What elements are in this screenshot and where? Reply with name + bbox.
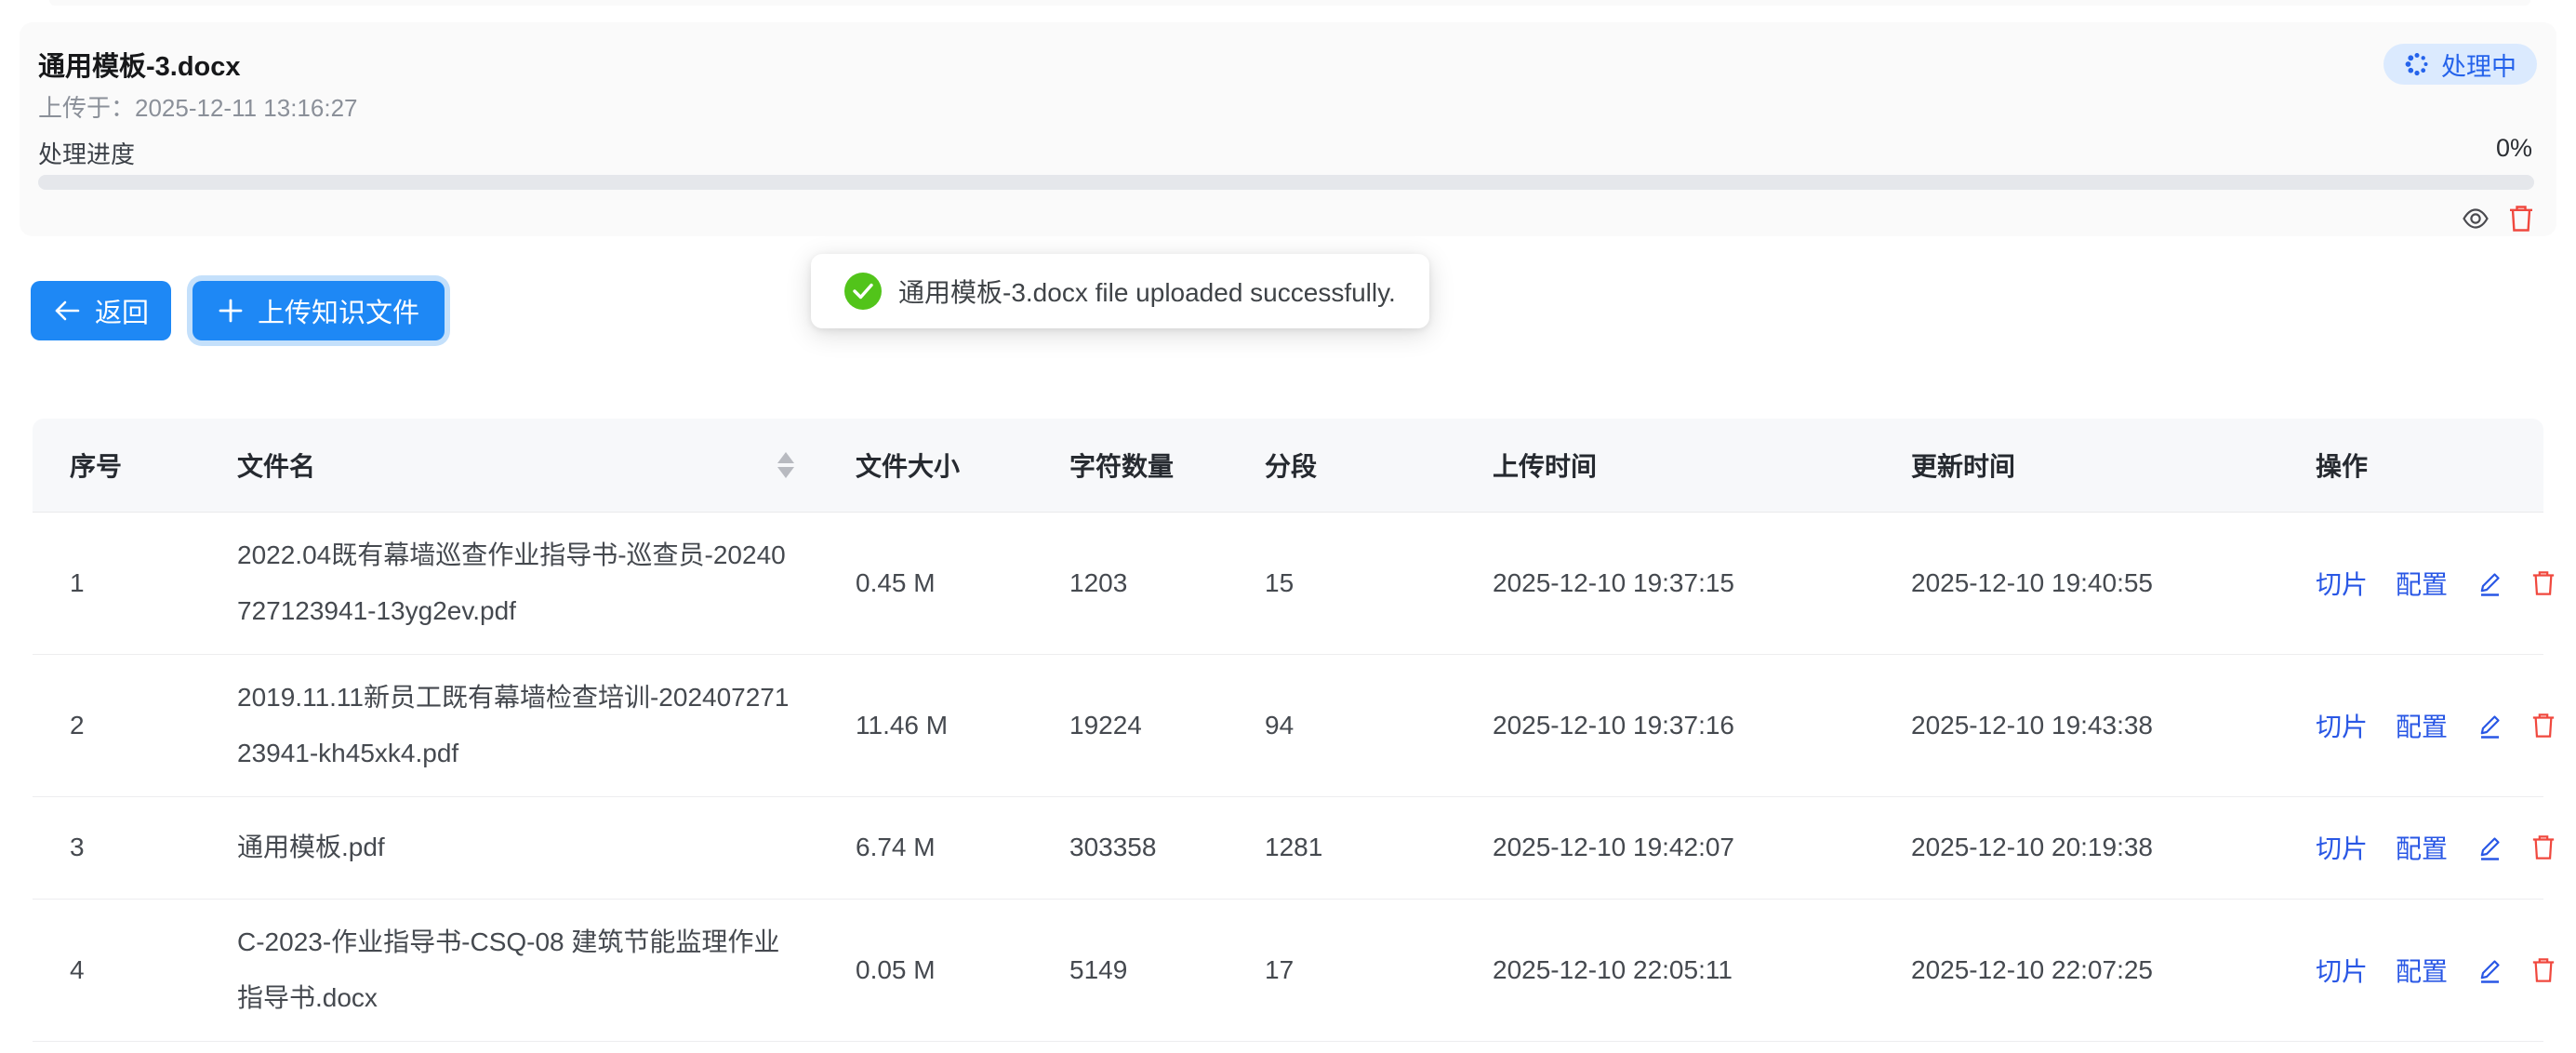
column-header-size: 文件大小 bbox=[856, 419, 1069, 512]
cell-uploaded: 2025-12-10 22:05:11 bbox=[1493, 899, 1911, 1041]
edit-button[interactable] bbox=[2476, 569, 2503, 597]
slice-link[interactable]: 切片 bbox=[2316, 952, 2368, 989]
slice-link[interactable]: 切片 bbox=[2316, 707, 2368, 744]
column-header-filename: 文件名 bbox=[237, 419, 856, 512]
table-row: 4 C-2023-作业指导书-CSQ-08 建筑节能监理作业指导书.docx 0… bbox=[33, 899, 2543, 1041]
table-row: 3 通用模板.pdf 6.74 M 303358 1281 2025-12-10… bbox=[33, 796, 2543, 899]
config-link[interactable]: 配置 bbox=[2396, 952, 2448, 989]
edit-pencil-icon bbox=[2476, 569, 2503, 597]
eye-icon bbox=[2462, 205, 2490, 233]
processing-file-name: 通用模板-3.docx bbox=[38, 45, 241, 84]
spinner-icon bbox=[2404, 51, 2430, 77]
cell-segments: 15 bbox=[1265, 512, 1493, 654]
upload-success-toast: 通用模板-3.docx file uploaded successfully. bbox=[811, 254, 1429, 328]
delete-row-button[interactable] bbox=[2531, 957, 2556, 983]
cell-chars: 19224 bbox=[1069, 654, 1265, 796]
delete-processing-file-button[interactable] bbox=[2508, 205, 2534, 233]
previous-card-edge bbox=[49, 0, 2530, 6]
table-row: 1 2022.04既有幕墙巡查作业指导书-巡查员-20240727123941-… bbox=[33, 512, 2543, 654]
config-link[interactable]: 配置 bbox=[2396, 565, 2448, 602]
cell-updated: 2025-12-10 19:43:38 bbox=[1911, 654, 2316, 796]
cell-index: 3 bbox=[33, 796, 237, 899]
column-header-actions: 操作 bbox=[2316, 419, 2543, 512]
plus-icon bbox=[218, 298, 244, 324]
cell-filename: 2022.04既有幕墙巡查作业指导书-巡查员-20240727123941-13… bbox=[237, 512, 856, 654]
filename-sort-control[interactable] bbox=[777, 452, 794, 478]
progress-percent: 0% bbox=[2496, 134, 2532, 163]
cell-size: 0.05 M bbox=[856, 899, 1069, 1041]
edit-pencil-icon bbox=[2476, 833, 2503, 861]
column-header-uploaded: 上传时间 bbox=[1493, 419, 1911, 512]
processing-card: 通用模板-3.docx 处理中 上传于：2025-12-11 13:16:27 … bbox=[20, 22, 2556, 236]
cell-chars: 5149 bbox=[1069, 899, 1265, 1041]
delete-row-button[interactable] bbox=[2531, 834, 2556, 860]
cell-uploaded: 2025-12-10 19:42:07 bbox=[1493, 796, 1911, 899]
trash-icon bbox=[2531, 713, 2556, 739]
success-check-icon bbox=[844, 273, 882, 310]
back-button-label: 返回 bbox=[95, 291, 149, 330]
cell-chars: 1203 bbox=[1069, 512, 1265, 654]
toast-message: 通用模板-3.docx file uploaded successfully. bbox=[898, 273, 1396, 310]
cell-segments: 1281 bbox=[1265, 796, 1493, 899]
status-badge: 处理中 bbox=[2383, 44, 2537, 85]
cell-index: 2 bbox=[33, 654, 237, 796]
progress-bar bbox=[38, 175, 2534, 190]
trash-icon bbox=[2531, 834, 2556, 860]
cell-filename: 2019.11.11新员工既有幕墙检查培训-20240727123941-kh4… bbox=[237, 654, 856, 796]
trash-icon bbox=[2508, 205, 2534, 233]
config-link[interactable]: 配置 bbox=[2396, 829, 2448, 866]
caret-up-icon bbox=[777, 452, 794, 463]
config-link[interactable]: 配置 bbox=[2396, 707, 2448, 744]
edit-button[interactable] bbox=[2476, 712, 2503, 740]
preview-button[interactable] bbox=[2462, 205, 2490, 233]
cell-filename: C-2023-作业指导书-CSQ-08 建筑节能监理作业指导书.docx bbox=[237, 899, 856, 1041]
table-row: 2 2019.11.11新员工既有幕墙检查培训-20240727123941-k… bbox=[33, 654, 2543, 796]
cell-index: 4 bbox=[33, 899, 237, 1041]
slice-link[interactable]: 切片 bbox=[2316, 829, 2368, 866]
arrow-left-icon bbox=[53, 299, 81, 323]
edit-button[interactable] bbox=[2476, 833, 2503, 861]
cell-updated: 2025-12-10 22:07:25 bbox=[1911, 899, 2316, 1041]
column-header-index: 序号 bbox=[33, 419, 237, 512]
upload-knowledge-file-button[interactable]: 上传知识文件 bbox=[193, 281, 445, 340]
trash-icon bbox=[2531, 957, 2556, 983]
cell-segments: 94 bbox=[1265, 654, 1493, 796]
edit-pencil-icon bbox=[2476, 956, 2503, 984]
status-badge-label: 处理中 bbox=[2441, 47, 2516, 83]
uploaded-at-text: 上传于：2025-12-11 13:16:27 bbox=[38, 89, 358, 124]
delete-row-button[interactable] bbox=[2531, 570, 2556, 596]
cell-filename: 通用模板.pdf bbox=[237, 796, 856, 899]
cell-updated: 2025-12-10 19:40:55 bbox=[1911, 512, 2316, 654]
edit-button[interactable] bbox=[2476, 956, 2503, 984]
cell-index: 1 bbox=[33, 512, 237, 654]
trash-icon bbox=[2531, 570, 2556, 596]
cell-uploaded: 2025-12-10 19:37:16 bbox=[1493, 654, 1911, 796]
delete-row-button[interactable] bbox=[2531, 713, 2556, 739]
cell-size: 11.46 M bbox=[856, 654, 1069, 796]
caret-down-icon bbox=[777, 467, 794, 478]
column-header-chars: 字符数量 bbox=[1069, 419, 1265, 512]
cell-size: 0.45 M bbox=[856, 512, 1069, 654]
progress-label: 处理进度 bbox=[38, 136, 135, 170]
edit-pencil-icon bbox=[2476, 712, 2503, 740]
cell-updated: 2025-12-10 20:19:38 bbox=[1911, 796, 2316, 899]
cell-chars: 303358 bbox=[1069, 796, 1265, 899]
cell-segments: 17 bbox=[1265, 899, 1493, 1041]
files-table: 序号 文件名 文件大小 字符数量 分段 上传时间 bbox=[33, 419, 2543, 1042]
column-header-segments: 分段 bbox=[1265, 419, 1493, 512]
table-header-row: 序号 文件名 文件大小 字符数量 分段 上传时间 bbox=[33, 419, 2543, 512]
column-header-filename-label: 文件名 bbox=[237, 447, 315, 484]
cell-uploaded: 2025-12-10 19:37:15 bbox=[1493, 512, 1911, 654]
back-button[interactable]: 返回 bbox=[31, 281, 171, 340]
slice-link[interactable]: 切片 bbox=[2316, 565, 2368, 602]
cell-size: 6.74 M bbox=[856, 796, 1069, 899]
upload-button-label: 上传知识文件 bbox=[258, 291, 419, 330]
column-header-updated: 更新时间 bbox=[1911, 419, 2316, 512]
